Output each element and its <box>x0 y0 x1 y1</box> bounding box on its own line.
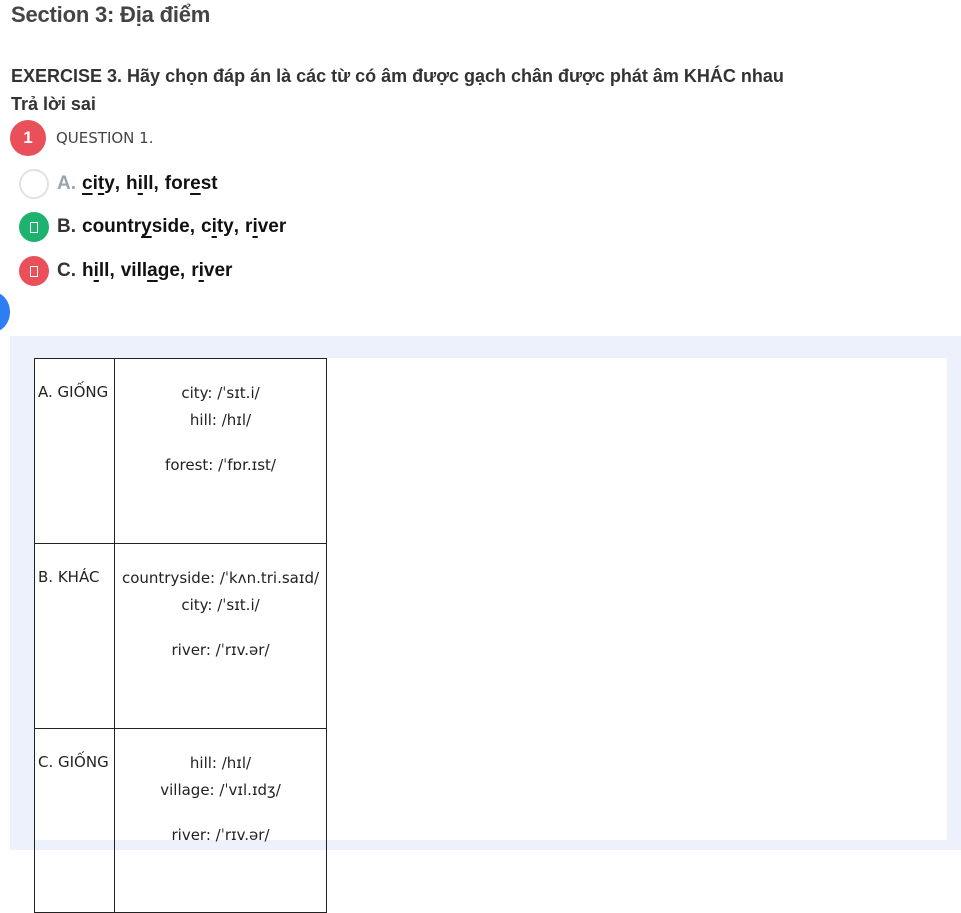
option-word: city <box>82 173 115 194</box>
option-c[interactable]: C. hill, village, river <box>19 255 232 287</box>
underlined-letter: e <box>190 173 201 194</box>
row-words: countryside: /ˈkʌn.tri.saɪd/ city: /ˈsɪt… <box>114 543 327 729</box>
exercise-block: EXERCISE 3. Hãy chọn đáp án là các từ có… <box>11 62 784 118</box>
option-word: village <box>120 260 180 281</box>
option-letter: A. <box>57 173 76 194</box>
separator: , <box>179 260 186 281</box>
option-word: hill <box>126 173 154 194</box>
section-title: Section 3: Địa điểm <box>11 2 211 27</box>
ipa-line: countryside: /ˈkʌn.tri.saɪd/ <box>121 569 320 587</box>
underlined-letter: c <box>82 173 93 194</box>
wrong-x-icon[interactable] <box>19 256 49 286</box>
correct-check-icon[interactable] <box>19 212 49 242</box>
option-letter: B. <box>57 216 76 237</box>
option-word: river <box>245 216 287 237</box>
option-word: river <box>191 260 233 281</box>
option-word: forest <box>164 173 218 194</box>
option-b[interactable]: B. countryside, city, river <box>19 211 286 243</box>
question-number-badge: 1 <box>10 120 46 156</box>
separator: , <box>189 216 195 237</box>
table-row: C. GIỐNG hill: /hɪl/ village: /ˈvɪl.ɪdʒ/… <box>34 728 327 913</box>
result-text: Trả lời sai <box>11 94 96 114</box>
option-a[interactable]: A. city, hill, forest <box>19 168 218 200</box>
separator: , <box>114 173 121 194</box>
option-letter: C. <box>57 260 76 281</box>
explanation-content: A. GIỐNG city: /ˈsɪt.i/ hill: /hɪl/ fore… <box>34 358 947 913</box>
ipa-line: forest: /ˈfɒr.ɪst/ <box>165 456 276 474</box>
ipa-line: hill: /hɪl/ <box>189 754 252 772</box>
ipa-table: A. GIỐNG city: /ˈsɪt.i/ hill: /hɪl/ fore… <box>34 358 327 913</box>
row-label: A. GIỐNG <box>34 358 115 544</box>
row-label: B. KHÁC <box>34 543 115 729</box>
separator: , <box>109 260 115 281</box>
ipa-line: village: /ˈvɪl.ɪdʒ/ <box>160 781 281 799</box>
ipa-line: river: /ˈrɪv.ər/ <box>171 641 270 659</box>
option-word: city <box>201 216 234 237</box>
table-row: B. KHÁC countryside: /ˈkʌn.tri.saɪd/ cit… <box>34 543 327 729</box>
question-header: 1 QUESTION 1. <box>10 120 153 156</box>
row-label: C. GIỐNG <box>34 728 115 913</box>
separator: , <box>233 216 240 237</box>
table-row: A. GIỐNG city: /ˈsɪt.i/ hill: /hɪl/ fore… <box>34 358 327 544</box>
radio-empty-icon[interactable] <box>19 169 49 199</box>
row-words: hill: /hɪl/ village: /ˈvɪl.ɪdʒ/ river: /… <box>114 728 327 913</box>
explanation-panel: A. GIỐNG city: /ˈsɪt.i/ hill: /hɪl/ fore… <box>10 336 961 913</box>
exercise-instruction: EXERCISE 3. Hãy chọn đáp án là các từ có… <box>11 66 784 86</box>
ipa-line: city: /ˈsɪt.i/ <box>181 596 260 614</box>
underlined-letter: y <box>141 216 152 237</box>
underlined-letter: a <box>147 260 158 281</box>
separator: , <box>153 173 159 194</box>
row-words: city: /ˈsɪt.i/ hill: /hɪl/ forest: /ˈfɒr… <box>114 358 327 544</box>
ipa-line: hill: /hɪl/ <box>189 411 252 429</box>
question-label: QUESTION 1. <box>56 129 154 147</box>
option-word: countryside <box>82 216 190 237</box>
ipa-line: city: /ˈsɪt.i/ <box>181 384 260 402</box>
ipa-line: river: /ˈrɪv.ər/ <box>171 826 270 844</box>
side-drawer-tab[interactable] <box>0 292 10 332</box>
option-word: hill <box>82 260 110 281</box>
